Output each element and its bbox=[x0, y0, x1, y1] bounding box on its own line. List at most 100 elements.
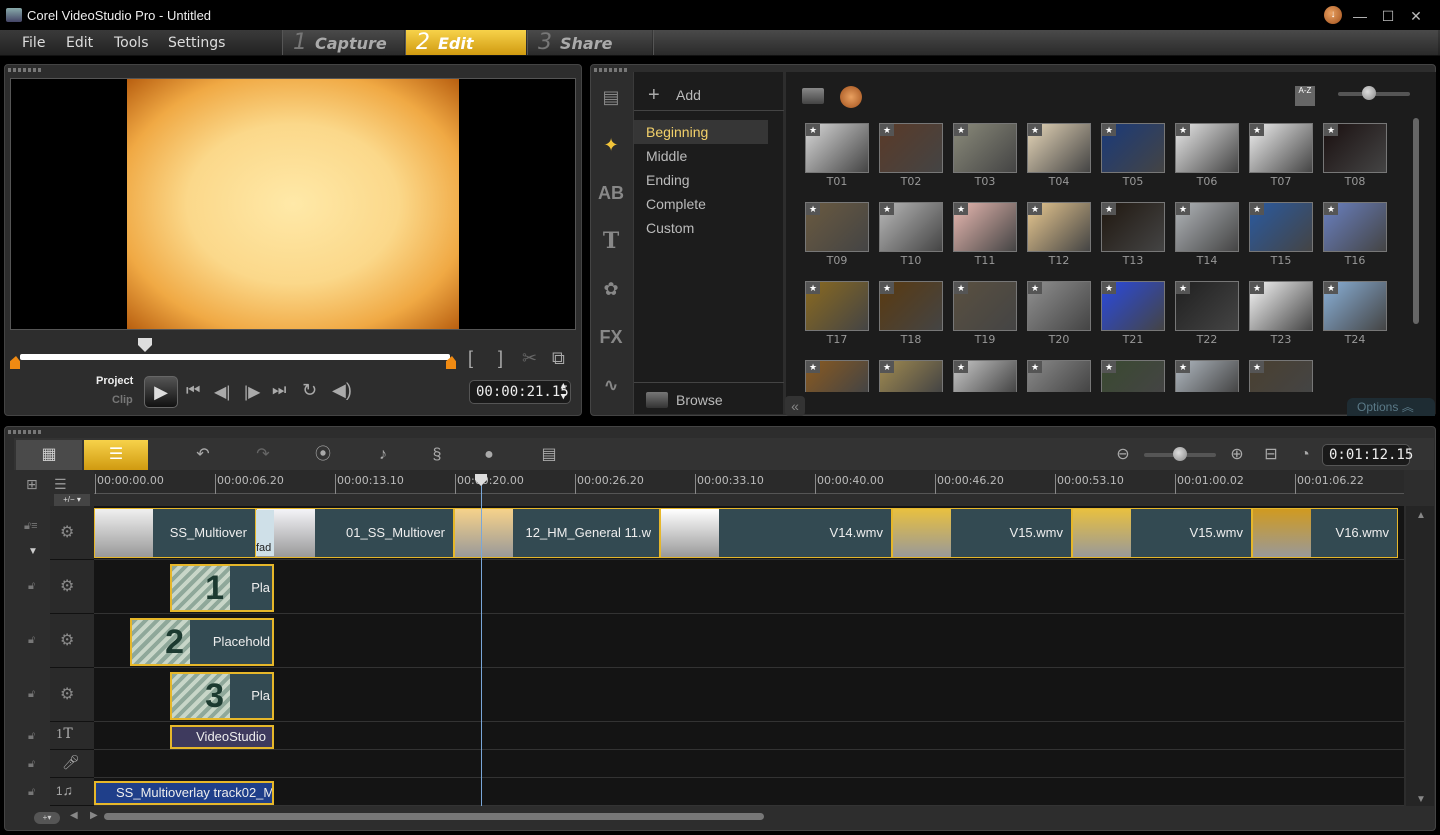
collapse-library-button[interactable]: « bbox=[785, 396, 805, 416]
category-complete[interactable]: Complete bbox=[646, 196, 706, 212]
auto-music-icon[interactable]: § bbox=[424, 444, 450, 466]
video-clip[interactable]: V15.wmv bbox=[1072, 508, 1252, 558]
template-thumbnail[interactable]: ★ bbox=[1101, 360, 1165, 392]
template-thumbnail[interactable]: ★ bbox=[1249, 123, 1313, 173]
maximize-button[interactable]: ☐ bbox=[1378, 6, 1398, 26]
template-thumbnail[interactable]: ★ bbox=[953, 281, 1017, 331]
timeline-view-button[interactable]: ☰ bbox=[84, 440, 148, 470]
template-thumbnail[interactable]: ★ bbox=[1323, 202, 1387, 252]
scroll-right-icon[interactable]: ▶ bbox=[90, 810, 98, 821]
mode-project[interactable]: Project bbox=[96, 375, 133, 387]
template-thumbnail[interactable]: ★ bbox=[1027, 202, 1091, 252]
scroll-up-icon[interactable]: ▲ bbox=[1416, 510, 1426, 521]
music-track-header[interactable]: 1♫ bbox=[50, 778, 94, 806]
subtitle-editor-icon[interactable]: ▤ bbox=[536, 444, 562, 466]
path-icon[interactable]: ∿ bbox=[596, 372, 626, 398]
menu-edit[interactable]: Edit bbox=[66, 35, 93, 51]
video-clip[interactable]: 12_HM_General 11.w bbox=[454, 508, 660, 558]
overlay-track-2-header[interactable]: ⚙︎ bbox=[50, 614, 94, 668]
enlarge-preview-icon[interactable]: ⧉ bbox=[552, 348, 565, 369]
help-icon[interactable]: ↓ bbox=[1324, 6, 1342, 24]
track-lock-icon[interactable]: 🔓︎ bbox=[28, 786, 35, 799]
zoom-out-icon[interactable]: ⊖ bbox=[1110, 444, 1136, 466]
template-thumbnail[interactable]: ★ bbox=[1175, 202, 1239, 252]
template-thumbnail[interactable]: ★ bbox=[879, 123, 943, 173]
tab-capture[interactable]: 1 Capture bbox=[282, 30, 404, 55]
storyboard-view-button[interactable]: ▦ bbox=[16, 440, 82, 470]
tab-edit[interactable]: 2 Edit bbox=[405, 30, 526, 55]
template-thumbnail[interactable]: ★ bbox=[879, 281, 943, 331]
library-scrollbar[interactable] bbox=[1413, 118, 1419, 324]
browse-icon[interactable] bbox=[646, 392, 668, 408]
preview-timecode[interactable]: 00:00:21.15 ▲ ▼ bbox=[469, 380, 571, 404]
play-button[interactable]: ▶ bbox=[144, 376, 178, 408]
sound-mixer-icon[interactable]: ♪ bbox=[370, 444, 396, 466]
track-lock-icon[interactable]: 🔓︎ bbox=[28, 688, 35, 701]
expand-tracks-icon[interactable]: ▼ bbox=[28, 546, 38, 557]
template-thumbnail[interactable]: ★ bbox=[1101, 123, 1165, 173]
volume-icon[interactable]: ◀) bbox=[332, 380, 352, 401]
template-thumbnail[interactable]: ★ bbox=[805, 360, 869, 392]
title-track-header[interactable]: 1T bbox=[50, 722, 94, 750]
mark-in-button[interactable]: [ bbox=[468, 348, 473, 369]
template-thumbnail[interactable]: ★ bbox=[1249, 281, 1313, 331]
template-thumbnail[interactable]: ★ bbox=[1249, 202, 1313, 252]
close-button[interactable]: ✕ bbox=[1406, 6, 1426, 26]
template-thumbnail[interactable]: ★ bbox=[1323, 123, 1387, 173]
transition-icon[interactable]: AB bbox=[596, 180, 626, 206]
repeat-icon[interactable]: ↻ bbox=[302, 380, 317, 401]
import-icon[interactable] bbox=[840, 86, 862, 108]
video-clip[interactable]: V15.wmv bbox=[892, 508, 1072, 558]
video-clip[interactable]: 01_SS_Multiover bbox=[256, 508, 454, 558]
category-custom[interactable]: Custom bbox=[646, 220, 694, 236]
overlay-track-3-header[interactable]: ⚙︎ bbox=[50, 668, 94, 722]
panel-grip[interactable] bbox=[594, 68, 628, 72]
overlay-clip-3[interactable]: 3 Pla bbox=[170, 672, 274, 720]
music-clip[interactable]: SS_Multioverlay track02_M bbox=[94, 781, 274, 805]
slider-thumb[interactable] bbox=[1362, 86, 1376, 100]
template-thumbnail[interactable]: ★ bbox=[1101, 202, 1165, 252]
template-thumbnail[interactable]: ★ bbox=[953, 123, 1017, 173]
scroll-down-icon[interactable]: ▼ bbox=[1416, 794, 1426, 805]
menu-file[interactable]: File bbox=[22, 35, 45, 51]
template-thumbnail[interactable]: ★ bbox=[879, 202, 943, 252]
zoom-slider-thumb[interactable] bbox=[1173, 447, 1187, 461]
track-lock-icon[interactable]: 🔓︎ bbox=[28, 730, 35, 743]
video-clip[interactable]: SS_Multiover bbox=[94, 508, 256, 558]
video-clip[interactable]: V16.wmv bbox=[1252, 508, 1398, 558]
mark-out-button[interactable]: ] bbox=[498, 348, 503, 369]
scrub-track[interactable] bbox=[20, 354, 450, 360]
scroll-left-icon[interactable]: ◀ bbox=[70, 810, 78, 821]
home-button[interactable]: ⏮ bbox=[186, 382, 200, 400]
template-thumbnail[interactable]: ★ bbox=[1175, 360, 1239, 392]
mode-clip[interactable]: Clip bbox=[112, 394, 133, 406]
template-thumbnail[interactable]: ★ bbox=[953, 202, 1017, 252]
next-frame-button[interactable]: |▶ bbox=[244, 382, 260, 402]
template-thumbnail[interactable]: ★ bbox=[1249, 360, 1313, 392]
playhead[interactable] bbox=[481, 476, 482, 806]
add-track-button[interactable]: +▾ bbox=[34, 812, 60, 824]
voice-track-header[interactable]: 🎤︎ bbox=[50, 750, 94, 778]
track-list-icon[interactable]: ☰ bbox=[54, 476, 67, 493]
graphic-icon[interactable]: ✿ bbox=[596, 276, 626, 302]
previous-frame-button[interactable]: ◀| bbox=[214, 382, 230, 402]
end-button[interactable]: ⏭ bbox=[272, 382, 286, 400]
template-thumbnail[interactable]: ★ bbox=[879, 360, 943, 392]
minimize-button[interactable]: — bbox=[1350, 6, 1370, 26]
motion-tracking-icon[interactable]: ● bbox=[476, 444, 502, 466]
template-thumbnail[interactable]: ★ bbox=[1175, 123, 1239, 173]
template-thumbnail[interactable]: ★ bbox=[805, 202, 869, 252]
template-thumbnail[interactable]: ★ bbox=[805, 123, 869, 173]
panel-grip[interactable] bbox=[8, 430, 42, 434]
overlay-clip-2[interactable]: 2 Placehold bbox=[130, 618, 274, 666]
track-lock-icon[interactable]: 🔓︎ bbox=[28, 580, 35, 593]
timecode-stepper[interactable]: ▲ ▼ bbox=[561, 381, 566, 403]
browse-button[interactable]: Browse bbox=[676, 392, 723, 408]
overlay-clip-1[interactable]: 1 Pla bbox=[170, 564, 274, 612]
track-lock-icon[interactable]: 🔓︎ bbox=[28, 634, 35, 647]
menu-tools[interactable]: Tools bbox=[114, 35, 149, 51]
category-ending[interactable]: Ending bbox=[646, 172, 690, 188]
video-track-header[interactable]: ⚙︎ bbox=[50, 506, 94, 560]
title-clip[interactable]: VideoStudio bbox=[170, 725, 274, 749]
sort-icon[interactable]: A-Z bbox=[1295, 86, 1315, 106]
